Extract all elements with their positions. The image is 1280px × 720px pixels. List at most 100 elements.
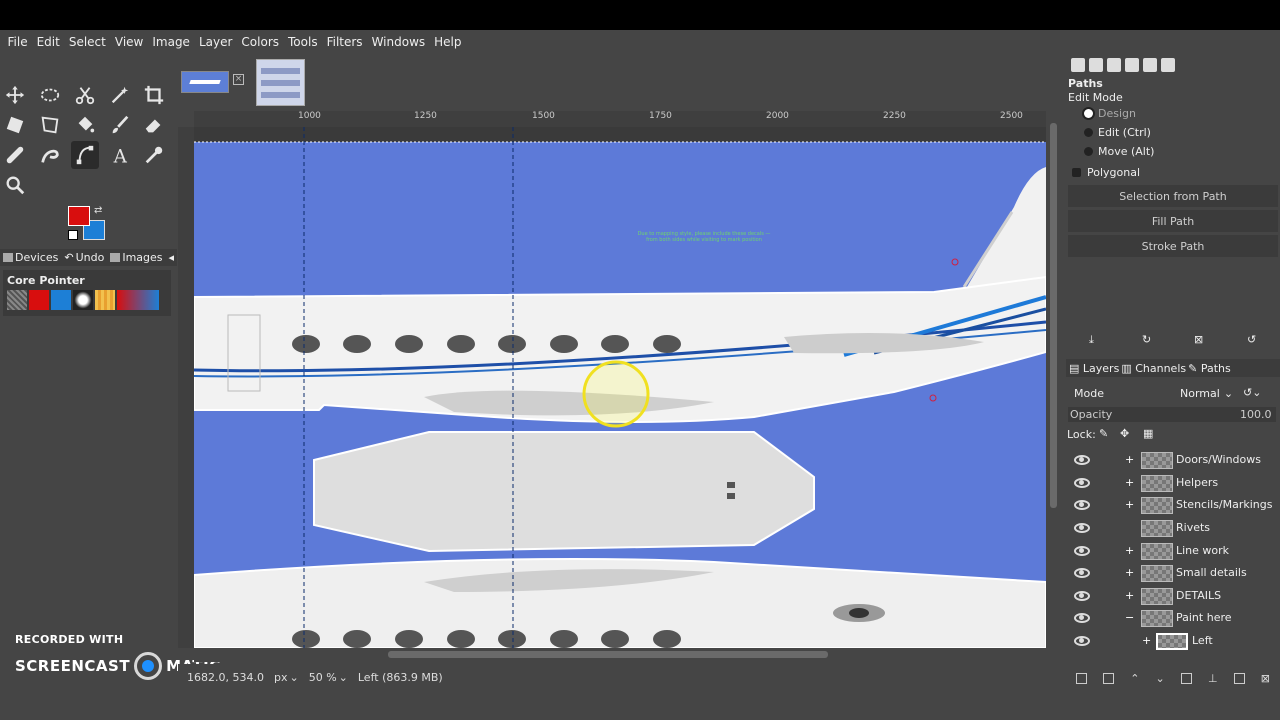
text-tool-icon[interactable]: A [106, 141, 134, 169]
menu-tools[interactable]: Tools [284, 35, 323, 49]
patterns-icon[interactable] [1143, 58, 1157, 72]
image-canvas[interactable]: Due to mapping style, please include the… [194, 127, 1046, 648]
tab-devices[interactable]: Devices [0, 251, 61, 264]
design-mode-radio[interactable] [1084, 109, 1093, 118]
image-tab-thumbnail-1[interactable] [181, 71, 229, 93]
fill-path-button[interactable]: Fill Path [1068, 210, 1278, 232]
mask-icon[interactable] [1233, 672, 1245, 684]
tool-options-icon[interactable] [1071, 58, 1085, 72]
fg-swatch[interactable] [29, 290, 49, 310]
raise-layer-icon[interactable]: ⌃ [1130, 672, 1139, 685]
chain-icon[interactable]: + [1142, 635, 1151, 646]
close-tab-icon[interactable]: × [233, 74, 244, 85]
move-tool-icon[interactable] [1, 81, 29, 109]
zoom-select[interactable]: 50 % ⌄ [309, 671, 348, 684]
bucket-fill-icon[interactable] [71, 111, 99, 139]
merge-layer-icon[interactable]: ⊥ [1208, 672, 1218, 685]
brush-swatch[interactable] [7, 290, 27, 310]
tab-channels[interactable]: ▥ Channels [1121, 362, 1186, 375]
layer-row[interactable]: + Stencils/Markings [1068, 494, 1273, 516]
smudge-icon[interactable] [36, 141, 64, 169]
expand-icon[interactable]: + [1125, 545, 1134, 556]
visibility-eye-icon[interactable] [1074, 613, 1090, 623]
menu-layer[interactable]: Layer [194, 35, 236, 49]
lower-layer-icon[interactable]: ⌄ [1156, 672, 1165, 685]
expand-icon[interactable]: + [1125, 454, 1134, 465]
visibility-eye-icon[interactable] [1074, 636, 1090, 646]
bg-swatch[interactable] [51, 290, 71, 310]
paintbrush-icon[interactable] [106, 111, 134, 139]
menu-file[interactable]: File [3, 35, 32, 49]
expand-icon[interactable]: + [1125, 567, 1134, 578]
unit-select[interactable]: px ⌄ [274, 671, 299, 684]
visibility-eye-icon[interactable] [1074, 546, 1090, 556]
dock-menu-icon[interactable]: ◂ [166, 251, 178, 264]
collapse-icon[interactable]: − [1125, 612, 1134, 623]
restore-options-icon[interactable]: ↻ [1142, 333, 1151, 346]
menu-help[interactable]: Help [430, 35, 466, 49]
ellipse-select-icon[interactable] [36, 81, 64, 109]
menu-select[interactable]: Select [64, 35, 110, 49]
paths-tool-icon[interactable] [71, 141, 99, 169]
crop-icon[interactable] [140, 81, 168, 109]
reset-options-icon[interactable]: ↺ [1247, 333, 1256, 346]
mode-reset-icon[interactable]: ↺⌄ [1243, 386, 1261, 399]
default-colors-icon[interactable] [68, 230, 78, 240]
gradient-swatch[interactable] [117, 290, 159, 310]
zoom-icon[interactable] [1, 171, 29, 199]
layer-row[interactable]: + Doors/Windows [1068, 449, 1268, 471]
lock-position-icon[interactable]: ✥ [1120, 427, 1129, 440]
new-group-icon[interactable] [1103, 672, 1115, 684]
lock-pixels-icon[interactable]: ✎ [1099, 427, 1108, 440]
swap-colors-icon[interactable]: ⇄ [94, 205, 102, 216]
expand-icon[interactable]: + [1125, 499, 1134, 510]
visibility-eye-icon[interactable] [1074, 500, 1090, 510]
polygonal-checkbox[interactable] [1072, 168, 1081, 177]
menu-windows[interactable]: Windows [367, 35, 430, 49]
menu-view[interactable]: View [110, 35, 147, 49]
horizontal-ruler[interactable]: 1000 1250 1500 1750 2000 2250 2500 [194, 111, 1046, 127]
pointer-brush-swatch[interactable] [73, 290, 93, 310]
menu-filters[interactable]: Filters [322, 35, 367, 49]
visibility-eye-icon[interactable] [1074, 478, 1090, 488]
edit-mode-radio[interactable] [1084, 128, 1093, 137]
fuzzy-select-icon[interactable] [106, 81, 134, 109]
delete-options-icon[interactable]: ⊠ [1194, 333, 1203, 346]
layer-row[interactable]: − Paint here [1068, 607, 1268, 629]
menu-edit[interactable]: Edit [32, 35, 64, 49]
expand-icon[interactable] [1125, 523, 1134, 532]
foreground-color-swatch[interactable] [68, 206, 90, 226]
menu-image[interactable]: Image [148, 35, 195, 49]
brushes-icon[interactable] [1089, 58, 1103, 72]
document-icon[interactable] [1125, 58, 1139, 72]
new-layer-icon[interactable] [1076, 672, 1088, 684]
eraser-icon[interactable] [140, 111, 168, 139]
layer-row-selected[interactable]: + Left [1068, 630, 1268, 652]
layer-row[interactable]: Rivets [1068, 517, 1268, 539]
delete-layer-icon[interactable]: ⊠ [1261, 672, 1270, 685]
visibility-eye-icon[interactable] [1074, 523, 1090, 533]
layer-row[interactable]: + Line work [1068, 540, 1268, 562]
vertical-scrollbar[interactable] [1046, 111, 1062, 648]
layer-row[interactable]: + Small details [1068, 562, 1268, 584]
pattern-swatch[interactable] [95, 290, 115, 310]
tab-undo[interactable]: ↶ Undo [61, 251, 107, 264]
heal-icon[interactable] [1, 141, 29, 169]
transform-icon[interactable] [1, 111, 29, 139]
image-tab-thumbnail-2[interactable] [256, 59, 305, 106]
perspective-icon[interactable] [36, 111, 64, 139]
color-picker-icon[interactable] [140, 141, 168, 169]
visibility-eye-icon[interactable] [1074, 455, 1090, 465]
move-mode-radio[interactable] [1084, 147, 1093, 156]
vertical-ruler[interactable] [178, 127, 194, 648]
visibility-eye-icon[interactable] [1074, 591, 1090, 601]
selection-from-path-button[interactable]: Selection from Path [1068, 185, 1278, 207]
expand-icon[interactable]: + [1125, 590, 1134, 601]
layer-row[interactable]: + Helpers [1068, 472, 1268, 494]
duplicate-layer-icon[interactable] [1180, 672, 1192, 684]
visibility-eye-icon[interactable] [1074, 568, 1090, 578]
stroke-path-button[interactable]: Stroke Path [1068, 235, 1278, 257]
layer-row[interactable]: + DETAILS [1068, 585, 1268, 607]
lock-alpha-icon[interactable]: ▦ [1143, 427, 1153, 440]
tab-paths[interactable]: ✎ Paths [1188, 362, 1231, 375]
